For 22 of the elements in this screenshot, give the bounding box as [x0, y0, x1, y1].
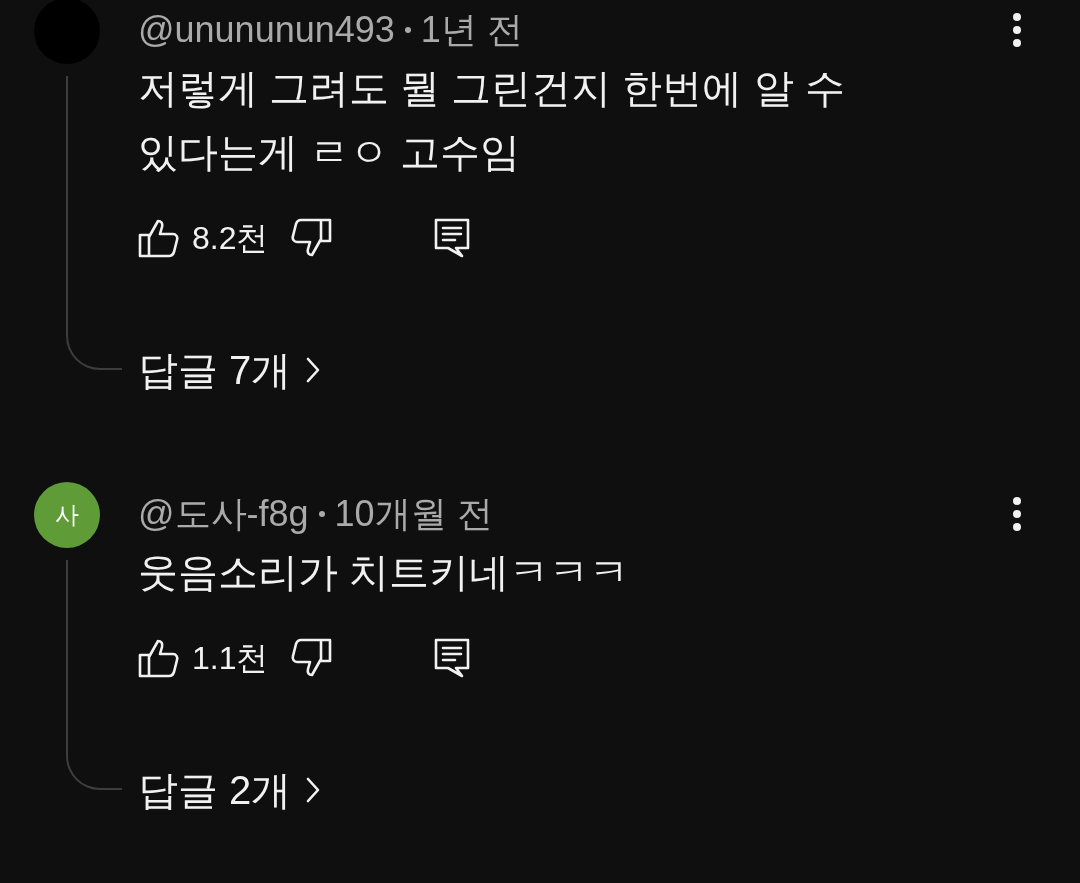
like-icon[interactable] — [138, 638, 180, 678]
username[interactable]: @도사-f8g — [138, 487, 309, 541]
replies-link[interactable]: 답글 7개 — [138, 338, 322, 402]
reply-icon[interactable] — [434, 638, 471, 678]
chevron-icon — [305, 776, 322, 804]
comment-text: 웃음소리가 치트키네ㅋㅋㅋ — [138, 549, 631, 596]
separator-dot — [318, 511, 325, 517]
chevron-icon — [305, 356, 322, 384]
replies-link[interactable]: 답글 2개 — [138, 758, 322, 822]
reply-icon[interactable] — [434, 218, 471, 258]
separator-dot — [404, 27, 411, 33]
timestamp: 1년 전 — [420, 8, 523, 52]
more-options-icon[interactable] — [1012, 497, 1022, 531]
dislike-icon[interactable] — [290, 218, 333, 258]
like-count: 8.2천 — [192, 219, 269, 258]
like-count: 1.1천 — [192, 639, 269, 678]
timestamp: 10개월 전 — [334, 492, 493, 536]
like-icon[interactable] — [138, 218, 180, 258]
more-options-icon[interactable] — [1012, 13, 1022, 47]
username[interactable]: @unununun493 — [138, 3, 395, 57]
comment-text: 저렇게 그려도 뭘 그린건지 한번에 알 수 있다는게 ㄹㅇ 고수임 — [138, 65, 846, 176]
dislike-icon[interactable] — [290, 638, 333, 678]
